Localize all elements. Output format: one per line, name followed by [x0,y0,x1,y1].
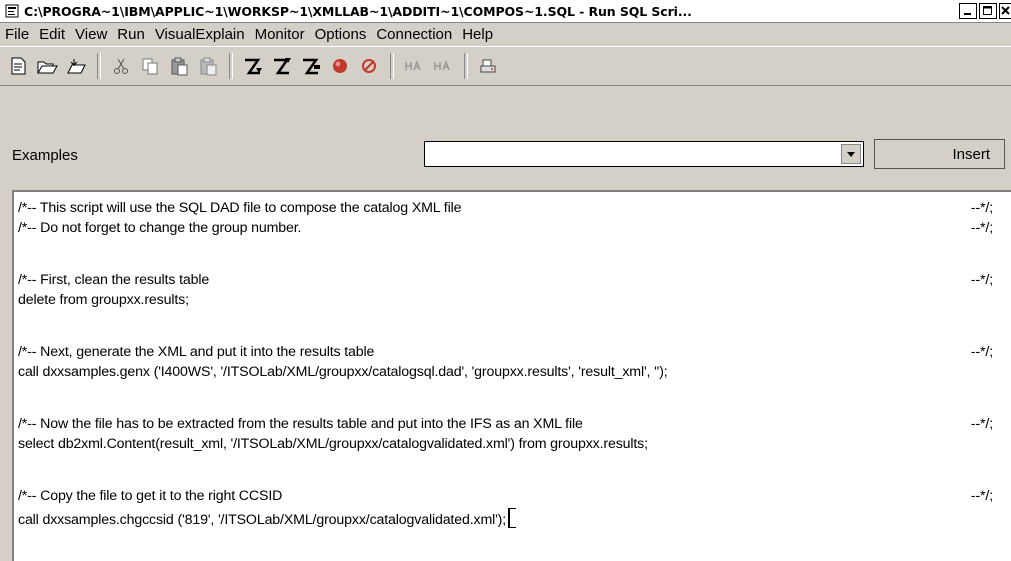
print-icon[interactable] [476,54,500,78]
examples-dropdown[interactable] [424,141,864,167]
code-line: select db2xml.Content(result_xml, '/ITSO… [18,436,993,456]
window-title: C:\PROGRA~1\IBM\APPLIC~1\WORKSP~1\XMLLAB… [24,3,692,19]
comment-end: --*/; [970,272,993,288]
comment-end: --*/; [970,488,993,504]
code-line: /*-- This script will use the SQL DAD fi… [18,200,993,220]
copy-icon[interactable] [138,54,162,78]
code-line: delete from groupxx.results; [18,292,993,312]
code-line: call dxxsamples.chgccsid ('819', '/ITSOL… [18,508,993,528]
minimize-button[interactable] [959,3,977,19]
menu-view[interactable]: View [75,26,107,43]
text-caret [508,508,517,528]
code-line: /*-- First, clean the results table --*/… [18,272,993,292]
menu-edit[interactable]: Edit [39,26,65,43]
menu-monitor[interactable]: Monitor [255,26,305,43]
run-selected-icon[interactable] [299,54,323,78]
toolbar-separator [390,53,394,79]
code-text: /*-- Next, generate the XML and put it i… [18,344,375,360]
run-explain-icon[interactable] [431,54,455,78]
cut-icon[interactable] [109,54,133,78]
comment-end: --*/; [970,200,993,216]
paste-icon[interactable] [167,54,191,78]
toolbar-separator [229,53,233,79]
toolbar [0,46,1011,86]
code-text: call dxxsamples.genx ('I400WS', '/ITSOLa… [18,364,668,380]
code-text: /*-- This script will use the SQL DAD fi… [18,200,462,216]
chevron-down-icon[interactable] [841,144,861,164]
code-line: /*-- Now the file has to be extracted fr… [18,416,993,436]
new-file-icon[interactable] [6,54,30,78]
comment-end: --*/; [970,220,993,236]
sql-editor[interactable]: /*-- This script will use the SQL DAD fi… [12,190,1011,561]
toolbar-separator [97,53,101,79]
menu-options[interactable]: Options [315,26,367,43]
close-button[interactable] [999,3,1011,19]
code-line: /*-- Do not forget to change the group n… [18,220,993,240]
menu-bar: File Edit View Run VisualExplain Monitor… [0,23,1011,45]
menu-file[interactable]: File [5,26,29,43]
code-text: /*-- Copy the file to get it to the righ… [18,488,283,504]
comment-end: --*/; [970,416,993,432]
save-file-icon[interactable] [64,54,88,78]
code-line: /*-- Next, generate the XML and put it i… [18,344,993,364]
code-text: select db2xml.Content(result_xml, '/ITSO… [18,436,648,452]
explain-icon[interactable] [402,54,426,78]
menu-connection[interactable]: Connection [376,26,452,43]
stop-icon[interactable] [328,54,352,78]
examples-label: Examples [12,147,78,164]
code-text: /*-- Do not forget to change the group n… [18,220,302,236]
examples-row: Examples Insert [0,139,1011,175]
menu-visualexplain[interactable]: VisualExplain [155,26,245,43]
comment-end: --*/; [970,344,993,360]
menu-help[interactable]: Help [462,26,493,43]
code-text: call dxxsamples.chgccsid ('819', '/ITSOL… [18,512,507,528]
code-line: call dxxsamples.genx ('I400WS', '/ITSOLa… [18,364,993,384]
paste-disabled-icon [196,54,220,78]
toolbar-separator [464,53,468,79]
code-text: delete from groupxx.results; [18,292,189,308]
maximize-button[interactable] [979,3,997,19]
code-line: /*-- Copy the file to get it to the righ… [18,488,993,508]
insert-button[interactable]: Insert [874,139,1005,169]
cancel-icon[interactable] [357,54,381,78]
app-icon [4,3,20,19]
run-all-icon[interactable] [241,54,265,78]
code-text: /*-- First, clean the results table [18,272,210,288]
code-text: /*-- Now the file has to be extracted fr… [18,416,583,432]
menu-run[interactable]: Run [117,26,145,43]
run-from-selected-icon[interactable] [270,54,294,78]
title-bar: C:\PROGRA~1\IBM\APPLIC~1\WORKSP~1\XMLLAB… [0,0,1011,23]
open-file-icon[interactable] [35,54,59,78]
